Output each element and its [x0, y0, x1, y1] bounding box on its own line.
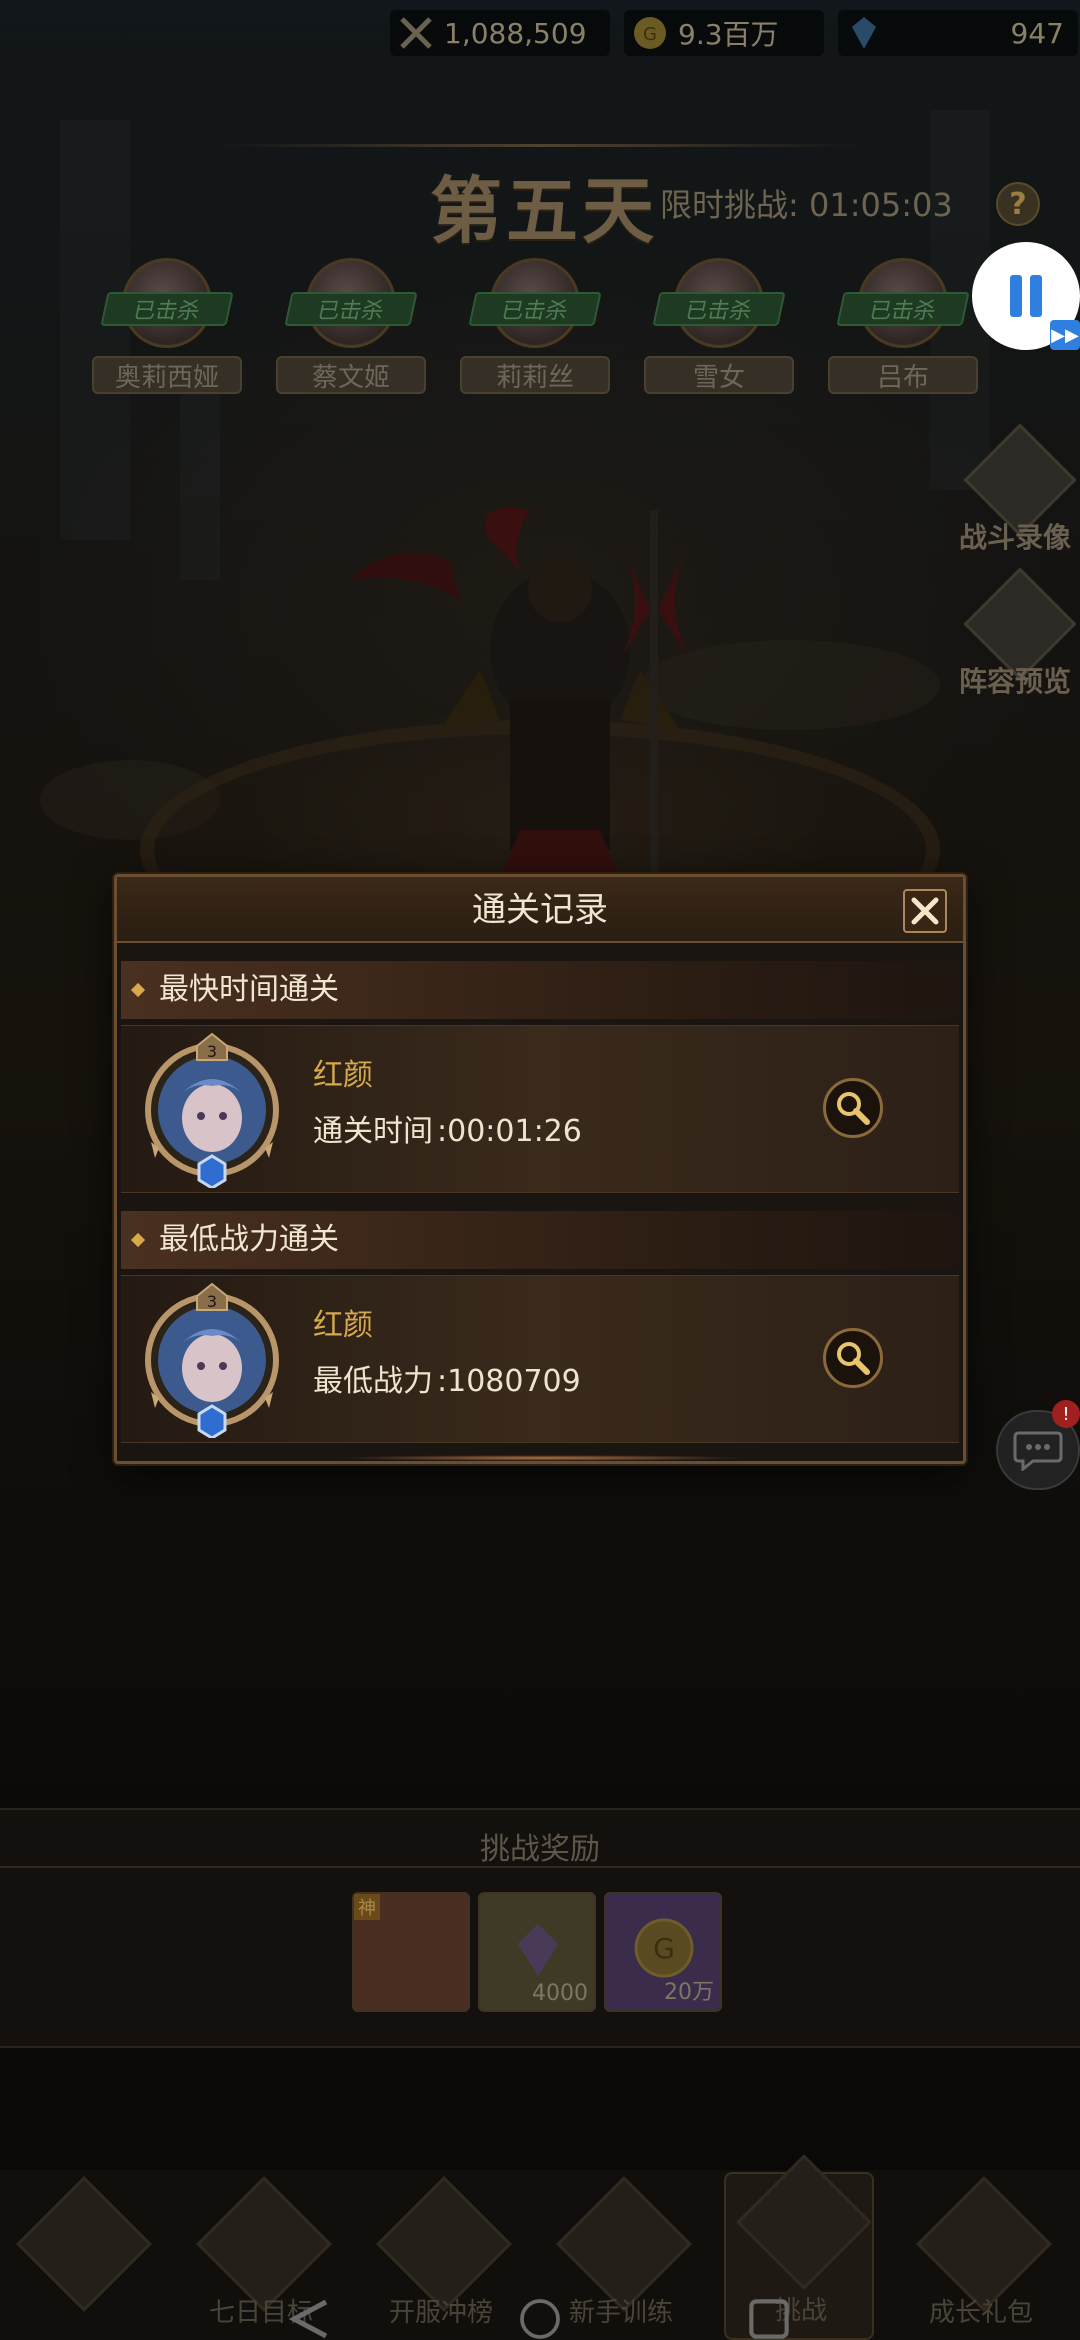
boss-list: 已击杀 奥莉西娅 已击杀 蔡文姬 已击杀 莉莉丝 已击杀 雪女 已击杀 吕布: [92, 258, 992, 408]
rewards-title: 挑战奖励: [480, 1832, 600, 1867]
reward-quantity: 4000: [532, 1981, 588, 2006]
close-button[interactable]: [903, 889, 947, 933]
reward-tag: 神: [354, 1894, 380, 1920]
boss-entry[interactable]: 已击杀 莉莉丝: [460, 258, 610, 398]
crystal-icon: [518, 1924, 558, 1976]
challenge-timer: 限时挑战: 01:05:03: [660, 186, 953, 224]
magnifier-icon: [837, 1342, 870, 1375]
gold-display: G 9.3百万: [624, 10, 824, 56]
help-button[interactable]: ?: [996, 182, 1040, 226]
player-avatar[interactable]: 3: [137, 1032, 287, 1188]
boss-name: 奥莉西娅: [92, 356, 242, 394]
gem-display: 947: [838, 10, 1078, 56]
recents-square-icon[interactable]: [744, 2298, 794, 2340]
svg-text:G: G: [653, 1932, 675, 1965]
boss-name: 吕布: [828, 356, 978, 394]
killed-badge: 已击杀: [836, 292, 970, 326]
combat-power-display: 1,088,509: [390, 10, 610, 56]
record-label: 通关时间: [313, 1114, 433, 1149]
record-value: :1080709: [437, 1364, 581, 1399]
clear-record-dialog: 通关记录 最快时间通关 3 红颜 通关时间:00:01:26 最低战力通关 3…: [114, 874, 966, 1464]
boss-entry[interactable]: 已击杀 吕布: [828, 258, 978, 398]
crossed-swords-icon: [396, 13, 436, 53]
fastest-time-record: 3 红颜 通关时间:00:01:26: [121, 1025, 959, 1193]
lineup-preview-button[interactable]: 阵容预览: [950, 567, 1080, 714]
killed-badge: 已击杀: [468, 292, 602, 326]
lineup-preview-label: 阵容预览: [958, 665, 1071, 698]
record-label: 最低战力: [313, 1364, 433, 1399]
gem-value: 947: [1010, 16, 1064, 50]
lowest-power-record: 3 红颜 最低战力:1080709: [121, 1275, 959, 1443]
reward-item[interactable]: 神: [352, 1892, 470, 2012]
avatar-level: 3: [207, 1292, 217, 1311]
killed-badge: 已击杀: [652, 292, 786, 326]
magnifier-icon: [837, 1092, 870, 1125]
swords-icon: [736, 2154, 872, 2290]
svg-text:G: G: [643, 24, 657, 45]
killed-badge: 已击杀: [284, 292, 418, 326]
boss-name: 雪女: [644, 356, 794, 394]
gold-coin-icon: G: [630, 13, 670, 53]
diamond-bullet-icon: [130, 982, 146, 998]
reward-item[interactable]: G 20万: [604, 1892, 722, 2012]
reward-list: 神 4000 G 20万: [352, 1892, 722, 2012]
boss-name: 莉莉丝: [460, 356, 610, 394]
stage-header: 第五天 限时挑战: 01:05:03 ?: [0, 140, 1080, 260]
player-name: 红颜: [313, 1308, 373, 1343]
gem-icon: [844, 13, 884, 53]
fast-forward-icon[interactable]: ▶▶: [1050, 320, 1080, 350]
resource-bar: 1,088,509 G 9.3百万 947: [390, 10, 1078, 70]
section-title: 最低战力通关: [159, 1222, 339, 1257]
diamond-bullet-icon: [130, 1232, 146, 1248]
lowest-power-section-header: 最低战力通关: [121, 1211, 959, 1269]
battle-replay-button[interactable]: 战斗录像: [950, 423, 1080, 570]
gold-value: 9.3百万: [678, 18, 779, 51]
reward-quantity: 20万: [664, 1980, 714, 2005]
record-detail: 最低战力:1080709: [313, 1356, 581, 1400]
gold-coin-icon: G: [634, 1918, 694, 1978]
pause-icon: [1010, 275, 1042, 317]
chat-bubble-icon: [1013, 1431, 1063, 1471]
chat-notification-badge: !: [1052, 1400, 1080, 1428]
section-title: 最快时间通关: [159, 972, 339, 1007]
boss-entry[interactable]: 已击杀 奥莉西娅: [92, 258, 242, 398]
dialog-title: 通关记录: [472, 890, 608, 930]
stage-title: 第五天: [430, 168, 659, 253]
timer-value: 01:05:03: [808, 186, 953, 224]
player-name: 红颜: [313, 1058, 373, 1093]
close-icon: [911, 897, 939, 925]
timer-label: 限时挑战: [660, 186, 789, 224]
dialog-header: 通关记录: [117, 877, 963, 943]
boss-entry[interactable]: 已击杀 蔡文姬: [276, 258, 426, 398]
view-record-button[interactable]: [823, 1078, 883, 1138]
record-value: :00:01:26: [437, 1114, 582, 1149]
battle-replay-label: 战斗录像: [958, 521, 1071, 554]
view-record-button[interactable]: [823, 1328, 883, 1388]
fastest-time-section-header: 最快时间通关: [121, 961, 959, 1019]
home-circle-icon[interactable]: [512, 2298, 568, 2340]
combat-power-value: 1,088,509: [444, 16, 587, 50]
killed-badge: 已击杀: [100, 292, 234, 326]
avatar-level: 3: [207, 1042, 217, 1061]
boss-entry[interactable]: 已击杀 雪女: [644, 258, 794, 398]
player-avatar[interactable]: 3: [137, 1282, 287, 1438]
record-detail: 通关时间:00:01:26: [313, 1106, 582, 1150]
system-navigation-bar: [0, 2290, 1080, 2340]
challenge-rewards: 挑战奖励 神 4000 G 20万: [0, 1808, 1080, 2048]
reward-item[interactable]: 4000: [478, 1892, 596, 2012]
back-triangle-icon[interactable]: [286, 2298, 336, 2340]
boss-name: 蔡文姬: [276, 356, 426, 394]
